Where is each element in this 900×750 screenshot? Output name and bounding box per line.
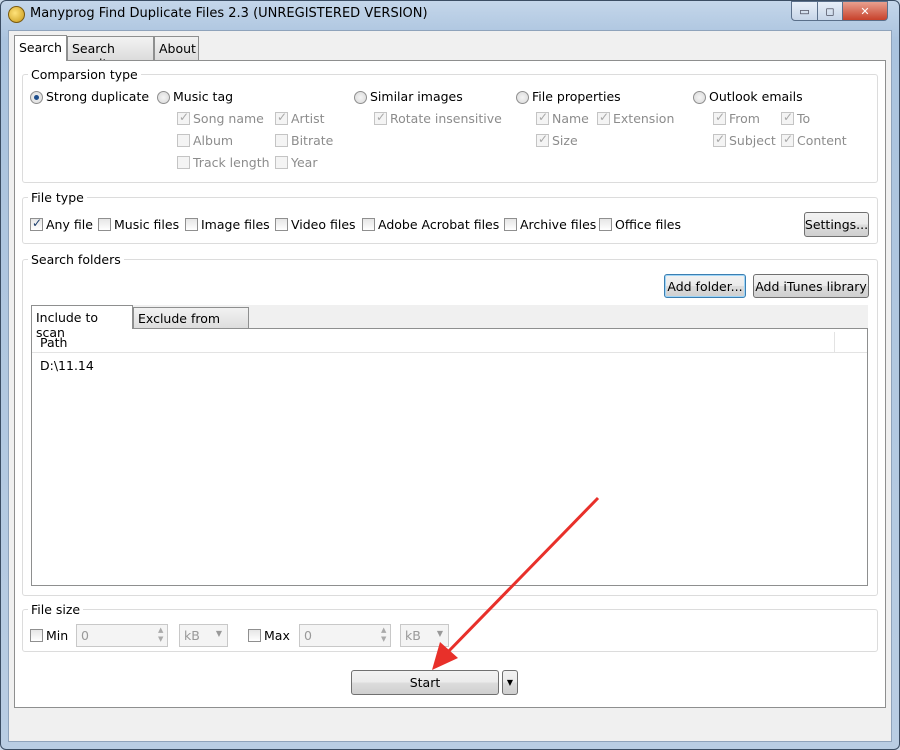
annotation-arrow-icon — [432, 496, 600, 670]
tab-include-to-scan[interactable]: Include to scan — [31, 305, 133, 340]
tab-search[interactable]: Search — [14, 35, 67, 61]
tab-label: Search — [19, 40, 62, 55]
